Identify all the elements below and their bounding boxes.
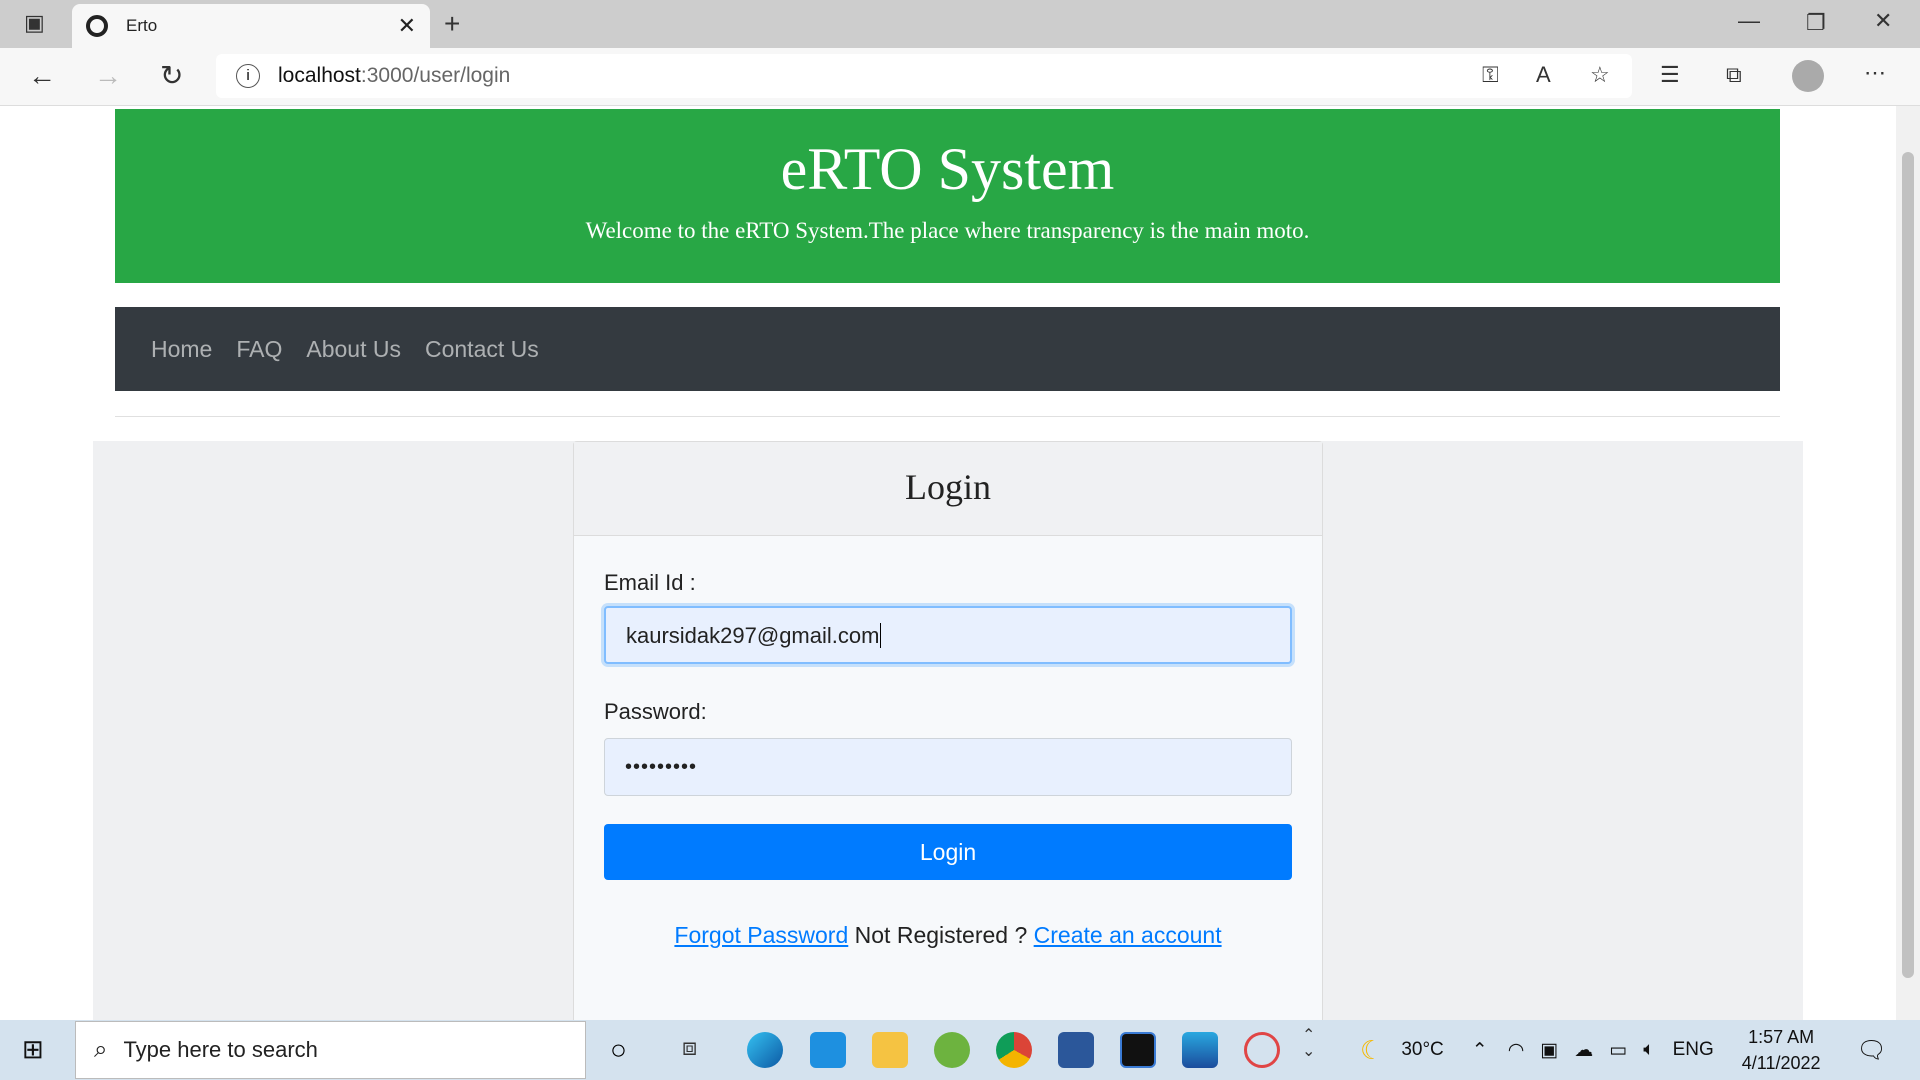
nav-faq[interactable]: FAQ [236,336,282,363]
forgot-password-link[interactable]: Forgot Password [674,922,848,948]
tab-actions-icon[interactable]: ▣ [24,12,45,34]
more-icon[interactable]: ⋯ [1864,62,1886,84]
favorites-icon[interactable]: ☰ [1660,64,1680,86]
nav-home[interactable]: Home [151,336,212,363]
url-input[interactable]: i localhost:3000/user/login [216,54,1632,98]
profile-avatar[interactable] [1792,60,1824,92]
url-path: :3000/user/login [360,64,511,87]
minimize-icon[interactable]: — [1738,10,1760,32]
weather-moon-icon[interactable]: ☾ [1360,1035,1383,1066]
password-value: ••••••••• [625,756,698,778]
clock-date: 4/11/2022 [1741,1053,1821,1073]
close-tab-icon[interactable]: ✕ [398,13,416,39]
address-bar-row: ← → ↻ i localhost:3000/user/login ⚿ A ☆ … [0,48,1920,106]
reload-icon[interactable]: ↻ [160,62,183,90]
back-icon[interactable]: ← [28,62,56,90]
wifi-icon[interactable]: ◠ [1508,1039,1525,1062]
onedrive-icon[interactable]: ☁ [1574,1039,1593,1062]
navbar: Home FAQ About Us Contact Us [115,307,1780,391]
camera-icon[interactable]: ▣ [1540,1039,1558,1062]
password-field[interactable]: ••••••••• [604,738,1292,796]
site-title: eRTO System [780,136,1115,202]
site-subtitle: Welcome to the eRTO System.The place whe… [585,218,1310,243]
clock[interactable]: 1:57 AM 4/11/2022 [1742,1024,1821,1076]
snipping-tool-icon[interactable] [1244,1032,1280,1068]
text-cursor [880,623,882,648]
login-title: Login [574,442,1322,536]
login-links: Forgot Password Not Registered ? Create … [574,922,1322,949]
add-favorite-icon[interactable]: ☆ [1590,64,1610,86]
tab-bar: ▣ Erto ✕ + — ❐ ✕ [0,0,1920,48]
edge-icon[interactable] [747,1032,783,1068]
collections-icon[interactable]: ⧉ [1726,64,1742,86]
login-card: Login Email Id : kaursidak297@gmail.com … [573,441,1323,1020]
clock-time: 1:57 AM [1748,1027,1815,1047]
file-explorer-icon[interactable] [872,1032,908,1068]
mail-icon[interactable] [810,1032,846,1068]
taskbar-scroll-icon[interactable]: ⌃ ⌄ [1302,1028,1315,1060]
cortana-icon[interactable]: ○ [610,1036,627,1064]
taskbar-search[interactable]: ⌕ Type here to search [75,1021,586,1079]
site-header: eRTO System Welcome to the eRTO System.T… [115,109,1780,283]
email-label: Email Id : [604,570,696,595]
temperature[interactable]: 30°C [1401,1039,1443,1061]
login-button[interactable]: Login [604,824,1292,880]
login-section: Login Email Id : kaursidak297@gmail.com … [93,441,1803,1020]
favicon-icon [86,15,108,37]
info-icon[interactable]: i [236,64,260,88]
search-placeholder: Type here to search [123,1037,318,1062]
new-tab-icon[interactable]: + [444,10,460,38]
chrome-icon[interactable] [996,1032,1032,1068]
spring-tool-icon[interactable] [934,1032,970,1068]
email-field[interactable]: kaursidak297@gmail.com [604,606,1292,664]
word-icon[interactable] [1058,1032,1094,1068]
create-account-link[interactable]: Create an account [1034,922,1222,948]
not-registered-text: Not Registered ? [854,922,1028,948]
forward-icon[interactable]: → [94,62,122,90]
url-host: localhost [278,64,361,87]
system-tray: ☾ 30°C ⌃ ◠ ▣ ☁ ▭ 🔈︎ ENG 1:57 AM 4/11/202… [1360,1020,1887,1080]
language-indicator[interactable]: ENG [1673,1039,1714,1061]
read-aloud-icon[interactable]: A [1536,64,1551,86]
windows-start-icon[interactable]: ⊞ [22,1036,44,1062]
notifications-icon[interactable]: 🗨︎ [1857,1036,1887,1065]
key-icon[interactable]: ⚿ [1482,64,1499,86]
scrollbar[interactable] [1896,106,1920,1020]
page: eRTO System Welcome to the eRTO System.T… [0,106,1896,1020]
mysql-icon[interactable] [1120,1032,1156,1068]
photos-icon[interactable] [1182,1032,1218,1068]
taskbar: ⊞ ⌕ Type here to search ○ ⧈ ⌃ ⌄ ☾ 30°C ⌃ … [0,1020,1920,1080]
nav-about-us[interactable]: About Us [306,336,401,363]
close-window-icon[interactable]: ✕ [1874,10,1892,32]
task-view-icon[interactable]: ⧈ [682,1036,697,1060]
email-value: kaursidak297@gmail.com [626,623,880,648]
nav-contact-us[interactable]: Contact Us [425,336,539,363]
volume-icon[interactable]: 🔈︎ [1643,1039,1654,1061]
search-icon: ⌕ [94,1036,108,1063]
divider [115,416,1780,417]
scrollbar-thumb[interactable] [1902,152,1914,978]
browser-tab[interactable]: Erto ✕ [72,4,430,48]
tab-title: Erto [126,16,158,35]
restore-icon[interactable]: ❐ [1806,12,1826,34]
password-label: Password: [604,699,707,724]
show-hidden-icons-icon[interactable]: ⌃ [1472,1039,1488,1062]
battery-icon[interactable]: ▭ [1609,1039,1627,1062]
